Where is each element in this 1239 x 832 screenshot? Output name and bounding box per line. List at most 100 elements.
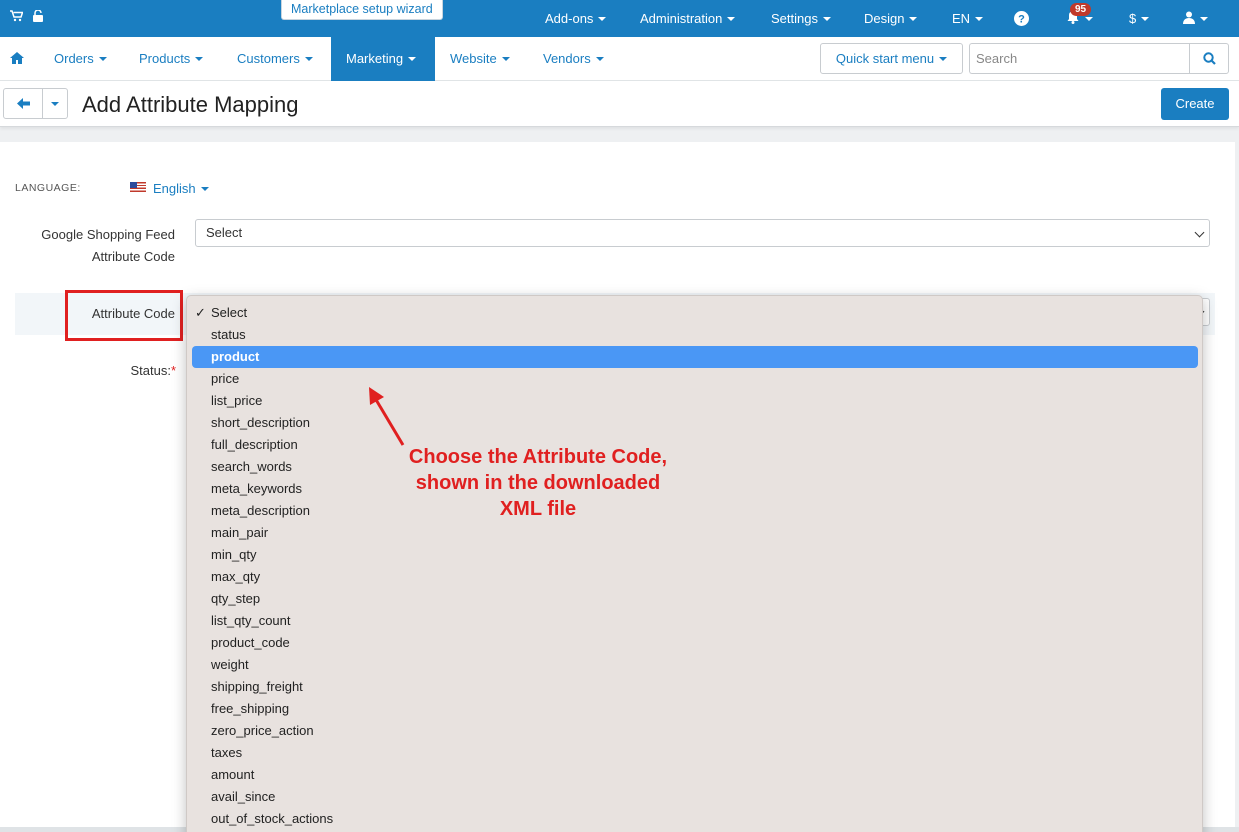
dropdown-option[interactable]: max_qty (192, 566, 1198, 588)
dropdown-option-label: short_description (211, 415, 310, 430)
dropdown-option-label: full_description (211, 437, 298, 452)
dropdown-option[interactable]: zero_price_action (192, 720, 1198, 742)
menu-settings[interactable]: Settings (771, 0, 831, 37)
language-value: English (153, 181, 196, 196)
topbar-left-icons (10, 9, 43, 25)
caret-down-icon (909, 16, 918, 21)
caret-down-icon (501, 57, 510, 61)
scroll-down-indicator[interactable]: ⌄ (690, 824, 702, 832)
user-menu[interactable] (1183, 0, 1208, 37)
dropdown-option[interactable]: free_shipping (192, 698, 1198, 720)
menu-design[interactable]: Design (864, 0, 918, 37)
unlock-icon[interactable] (33, 9, 43, 25)
quick-start-label: Quick start menu (835, 51, 935, 66)
nav-vendors[interactable]: Vendors (543, 37, 604, 81)
annotation-line2: shown in the downloaded (415, 472, 661, 494)
dropdown-option-label: list_qty_count (211, 613, 291, 628)
caret-down-icon (595, 57, 604, 61)
menu-administration[interactable]: Administration (640, 0, 736, 37)
annotation-arrow (369, 387, 405, 446)
top-admin-bar: Marketplace setup wizard Add-ons Adminis… (0, 0, 1239, 37)
dropdown-option-label: out_of_stock_actions (211, 811, 334, 826)
feed-attribute-label: Google Shopping Feed Attribute Code (20, 224, 175, 268)
dropdown-option[interactable]: min_qty (192, 544, 1198, 566)
dropdown-option-label: meta_description (211, 503, 310, 518)
search-button[interactable] (1189, 43, 1229, 74)
nav-website-label: Website (450, 51, 497, 66)
dropdown-option[interactable]: ✓ Select (192, 302, 1198, 324)
search-icon (1202, 51, 1216, 66)
notifications-badge: 95 (1070, 3, 1092, 16)
dropdown-option-label: zero_price_action (211, 723, 314, 738)
nav-orders[interactable]: Orders (54, 37, 107, 81)
feed-attribute-select[interactable]: Select (195, 219, 1210, 247)
dropdown-option-label: main_pair (211, 525, 269, 540)
nav-customers[interactable]: Customers (237, 37, 313, 81)
dropdown-option[interactable]: shipping_freight (192, 676, 1198, 698)
nav-orders-label: Orders (54, 51, 94, 66)
dropdown-option[interactable]: taxes (192, 742, 1198, 764)
search-input[interactable] (969, 43, 1190, 74)
annotation-text: Choose the Attribute Code, shown in the … (380, 444, 696, 522)
dropdown-option-label: max_qty (211, 569, 261, 584)
dropdown-option-label: free_shipping (211, 701, 290, 716)
dropdown-option[interactable]: main_pair (192, 522, 1198, 544)
menu-addons[interactable]: Add-ons (545, 0, 607, 37)
menu-currency[interactable]: $ (1129, 0, 1150, 37)
feed-attribute-label-line2: Attribute Code (91, 249, 175, 264)
language-label: LANGUAGE: (15, 182, 81, 194)
dropdown-option[interactable]: qty_step (192, 588, 1198, 610)
attribute-code-highlight-box (65, 290, 183, 341)
page-header: Add Attribute Mapping Create (0, 81, 1239, 127)
dropdown-option-label: meta_keywords (211, 481, 303, 496)
caret-down-icon (195, 57, 204, 61)
caret-down-icon (1085, 16, 1093, 21)
dropdown-option-label: product (211, 349, 260, 364)
page-title: Add Attribute Mapping (82, 92, 299, 117)
language-selector[interactable]: English (153, 181, 209, 196)
dropdown-option[interactable]: product (192, 346, 1198, 368)
dropdown-option[interactable]: weight (192, 654, 1198, 676)
us-flag-icon (130, 182, 146, 192)
dropdown-option[interactable]: price (192, 368, 1198, 390)
dropdown-option-label: shipping_freight (211, 679, 303, 694)
cart-icon[interactable] (10, 10, 24, 25)
status-label-text: Status: (130, 363, 171, 378)
quick-start-menu-button[interactable]: Quick start menu (820, 43, 963, 74)
dropdown-option[interactable]: short_description (192, 412, 1198, 434)
dropdown-option[interactable]: list_price (192, 390, 1198, 412)
dropdown-option[interactable]: status (192, 324, 1198, 346)
nav-vendors-label: Vendors (543, 51, 591, 66)
menu-currency-label: $ (1129, 11, 1137, 26)
home-icon[interactable] (10, 37, 24, 81)
menu-settings-label: Settings (771, 11, 818, 26)
help-icon[interactable]: ? (1014, 0, 1029, 37)
caret-down-icon (975, 16, 984, 21)
dropdown-option[interactable]: product_code (192, 632, 1198, 654)
dropdown-option-label: taxes (211, 745, 243, 760)
caret-down-icon (98, 57, 107, 61)
dropdown-option-label: qty_step (211, 591, 261, 606)
dropdown-option-label: status (211, 327, 246, 342)
dropdown-option[interactable]: avail_since (192, 786, 1198, 808)
dropdown-option[interactable]: list_qty_count (192, 610, 1198, 632)
caret-down-icon (200, 187, 209, 191)
marketplace-wizard-button[interactable]: Marketplace setup wizard (281, 0, 443, 20)
menu-administration-label: Administration (640, 11, 723, 26)
dropdown-option-label: avail_since (211, 789, 276, 804)
dropdown-option[interactable]: amount (192, 764, 1198, 786)
dropdown-option-label: price (211, 371, 240, 386)
menu-language[interactable]: EN (952, 0, 984, 37)
status-label: Status:* (60, 360, 176, 382)
nav-marketing[interactable]: Marketing (331, 37, 435, 81)
nav-products[interactable]: Products (139, 37, 204, 81)
caret-down-icon (939, 57, 948, 61)
back-dropdown-button[interactable] (42, 88, 68, 119)
caret-down-icon (1141, 16, 1150, 21)
required-mark: * (170, 363, 176, 378)
back-button[interactable] (3, 88, 43, 119)
attribute-code-dropdown[interactable]: ✓ Select status product price list_priceshort… (186, 295, 1203, 832)
nav-website[interactable]: Website (450, 37, 510, 81)
svg-text:?: ? (1018, 14, 1025, 26)
create-button[interactable]: Create (1161, 88, 1229, 120)
